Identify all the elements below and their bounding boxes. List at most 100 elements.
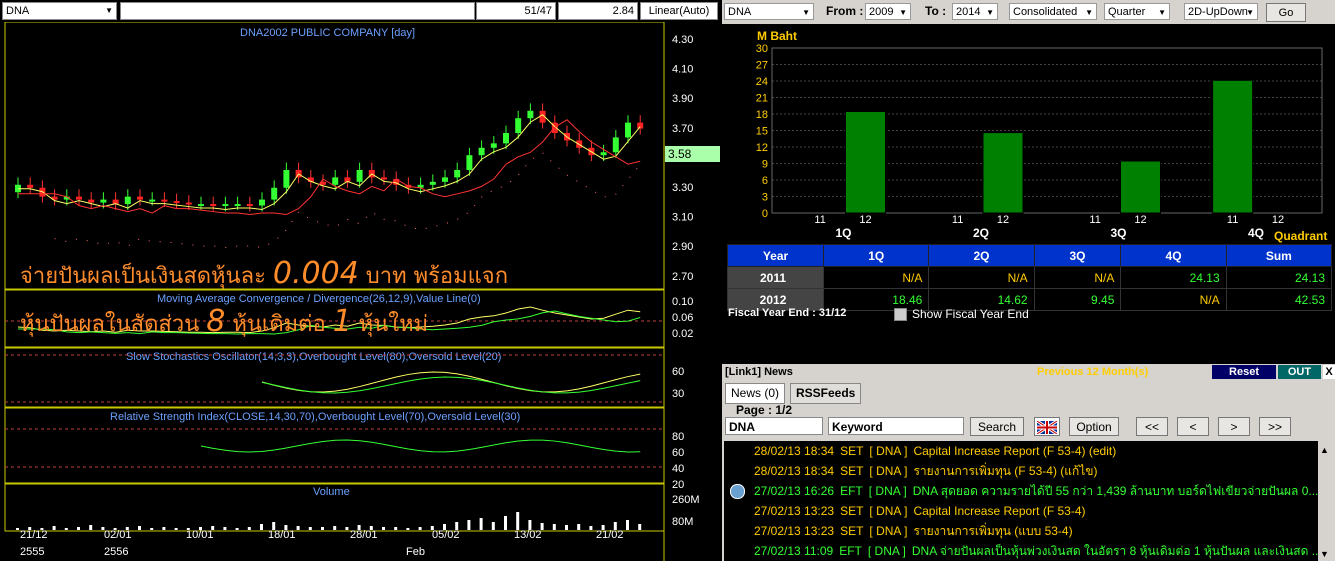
candle-body — [429, 181, 436, 185]
candle-body — [283, 170, 290, 188]
to-year: 2014 — [956, 6, 981, 18]
news-title: Capital Increase Report (F 53-4) — [913, 504, 1086, 518]
last-page-button[interactable]: >> — [1259, 417, 1291, 436]
statement-type: Consolidated — [1013, 6, 1078, 18]
candle-body — [149, 199, 156, 202]
news-dt: 27/02/13 16:26 — [754, 484, 835, 498]
chevron-down-icon: ▼ — [1158, 8, 1166, 17]
col-1q: 1Q — [823, 244, 930, 267]
cell-2q: N/A — [928, 266, 1035, 289]
note-text: หุ้นเดิมต่อ — [232, 312, 326, 337]
category-label: 1Q — [835, 226, 851, 240]
tab-news[interactable]: News (0) — [725, 383, 786, 404]
flag-icon[interactable] — [1034, 417, 1060, 436]
out-button[interactable]: OUT — [1278, 365, 1321, 379]
go-button[interactable]: Go — [1266, 3, 1306, 22]
date-label: 28/01 — [350, 529, 378, 541]
cell-1q: N/A — [823, 266, 930, 289]
chevron-down-icon: ▼ — [802, 8, 810, 17]
cell-4q: N/A — [1120, 288, 1227, 311]
volume-bar — [516, 512, 520, 530]
axis-tick-label: 60 — [672, 447, 684, 459]
list-item[interactable]: 27/02/13 13:23 SET [ DNA ] รายงานการเพิ่มทุ… — [754, 521, 1079, 541]
axis-tick-label: 60 — [672, 366, 684, 378]
volume-title: Volume — [313, 486, 350, 498]
news-scrollbar[interactable]: ▲ ▼ — [1318, 441, 1333, 561]
symbol-select[interactable]: DNA ▼ — [2, 2, 117, 20]
candle-body — [356, 170, 363, 182]
statement-type-select[interactable]: Consolidated ▼ — [1009, 3, 1097, 20]
show-fye-checkbox[interactable] — [894, 308, 907, 321]
keyword-input[interactable]: Keyword — [828, 417, 964, 435]
chevron-down-icon[interactable]: ▼ — [1320, 549, 1329, 559]
series-label: 12 — [1272, 214, 1284, 226]
dividend-note-line1: จ่ายปันผลเป็นเงินสดหุ้นละ 0.004 บาท พร้อ… — [20, 256, 508, 293]
from-year: 2009 — [869, 6, 894, 18]
candle-body — [625, 122, 631, 138]
chart-toolbar: DNA ▼ 51/47 2.84 Linear(Auto) — [0, 0, 720, 22]
bar — [1120, 160, 1161, 214]
series-label: 11 — [1089, 214, 1100, 226]
y-tick-label: 0 — [762, 208, 768, 220]
candle-body — [442, 177, 448, 182]
bar-counter: 51/47 — [476, 2, 556, 20]
view-select[interactable]: 2D-UpDown ▼ — [1184, 3, 1258, 20]
cell-3q: 9.45 — [1033, 288, 1122, 311]
date-label: 13/02 — [514, 529, 542, 541]
reset-button[interactable]: Reset — [1212, 365, 1276, 379]
tab-rss[interactable]: RSSFeeds — [790, 383, 862, 404]
news-sym: [ DNA ] — [868, 484, 907, 498]
series-label: 11 — [814, 214, 825, 226]
axis-tick-label: 2.90 — [672, 241, 693, 253]
to-label: To : — [925, 4, 947, 18]
candle-body — [271, 187, 278, 200]
news-symbol-field[interactable]: DNA — [725, 417, 823, 435]
candle-body — [259, 199, 265, 206]
news-sym: [ DNA ] — [869, 524, 908, 538]
list-item[interactable]: 28/02/13 18:34 SET [ DNA ] Capital Increase… — [754, 441, 1122, 461]
scale-mode[interactable]: Linear(Auto) — [640, 2, 718, 20]
fin-symbol-select[interactable]: DNA ▼ — [724, 3, 814, 20]
news-list[interactable]: 28/02/13 18:34 SET[ DNA ] Capital Increase… — [724, 441, 1318, 561]
axis-tick-label: 20 — [672, 479, 684, 491]
y-tick-label: 27 — [756, 60, 768, 72]
year-label: Feb — [406, 546, 425, 558]
list-item[interactable]: 27/02/13 11:09 EFT [ DNA ] DNA จ่ายปันผลเป็… — [754, 541, 1318, 561]
col-year: Year — [726, 244, 825, 267]
candle-body — [124, 196, 131, 205]
stoch-title: Slow Stochastics Oscillator(14,3,3),Over… — [126, 351, 501, 363]
news-sym: [ DNA ] — [869, 464, 908, 478]
chevron-up-icon[interactable]: ▲ — [1320, 445, 1329, 455]
col-4q: 4Q — [1120, 244, 1227, 267]
period-select[interactable]: Quarter ▼ — [1104, 3, 1170, 20]
search-button[interactable]: Search — [970, 417, 1024, 436]
first-page-button[interactable]: << — [1136, 417, 1168, 436]
note-text: หุ้นปันผลในสัดส่วน — [20, 312, 200, 337]
from-year-select[interactable]: 2009 ▼ — [865, 3, 911, 20]
option-button[interactable]: Option — [1069, 417, 1119, 436]
y-tick-label: 30 — [756, 43, 768, 55]
symbol-value: DNA — [6, 5, 30, 17]
date-label: 21/12 — [20, 529, 48, 541]
list-item[interactable]: 28/02/13 18:34 SET [ DNA ] รายงานการเพิ่มทุ… — [754, 461, 1104, 481]
news-period[interactable]: Previous 12 Month(s) — [1037, 365, 1148, 379]
next-page-button[interactable]: > — [1218, 417, 1250, 436]
list-item[interactable]: 27/02/13 16:26 EFT [ DNA ] DNA สุดยอด ความร… — [754, 481, 1318, 501]
candle-body — [173, 201, 180, 204]
news-src: SET — [840, 524, 864, 538]
candle-body — [490, 143, 497, 148]
close-icon[interactable]: X — [1323, 365, 1335, 379]
date-label: 02/01 — [104, 529, 132, 541]
list-item[interactable]: 27/02/13 13:23 SET [ DNA ] Capital Increase… — [754, 501, 1092, 521]
to-year-select[interactable]: 2014 ▼ — [952, 3, 998, 20]
fin-symbol: DNA — [728, 6, 752, 18]
axis-tick-label: 0.02 — [672, 328, 693, 340]
prev-page-button[interactable]: < — [1177, 417, 1209, 436]
row-year: 2011 — [726, 266, 825, 289]
bar — [1212, 79, 1254, 214]
candle-body — [503, 133, 509, 144]
candle-body — [515, 118, 522, 133]
candle-body — [381, 177, 387, 180]
candle-body — [234, 204, 241, 207]
year-label: 2555 — [20, 546, 45, 558]
